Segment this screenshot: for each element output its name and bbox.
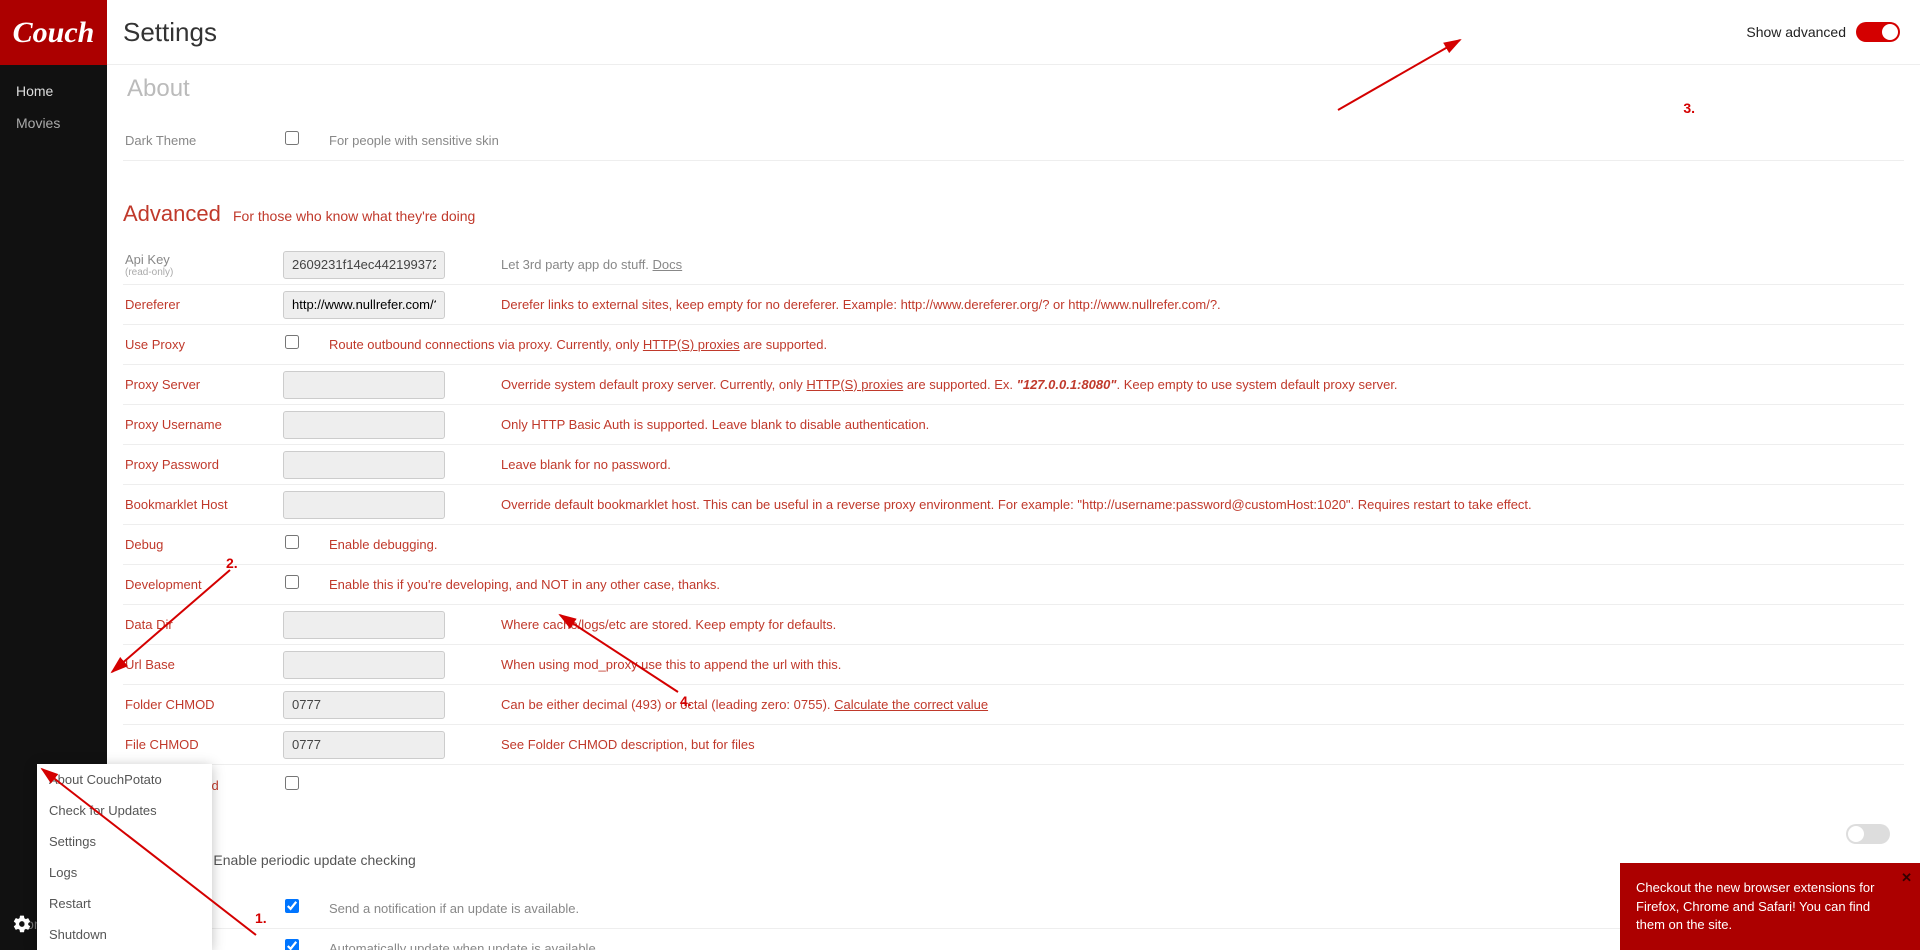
row-proxy-server: Proxy Server Override system default pro… <box>123 365 1904 405</box>
row-dark-theme: Dark Theme For people with sensitive ski… <box>123 121 1904 161</box>
sidebar-nav: Home Movies <box>0 65 107 139</box>
row-use-proxy: Use Proxy Route outbound connections via… <box>123 325 1904 365</box>
debug-label: Debug <box>123 537 283 552</box>
dark-theme-checkbox[interactable] <box>285 131 299 145</box>
use-proxy-hint: Route outbound connections via proxy. Cu… <box>311 337 1904 352</box>
apikey-hint: Let 3rd party app do stuff. Docs <box>483 257 1904 272</box>
header: Settings Show advanced <box>107 0 1920 65</box>
main-content: About Dark Theme For people with sensiti… <box>107 65 1920 950</box>
proxy-user-input[interactable] <box>283 411 445 439</box>
apikey-label: Api Key(read-only) <box>123 252 283 278</box>
show-advanced-toggle[interactable] <box>1856 22 1900 42</box>
dark-theme-hint: For people with sensitive skin <box>311 133 1904 148</box>
row-file-chmod: File CHMOD See Folder CHMOD description,… <box>123 725 1904 765</box>
dereferer-input[interactable] <box>283 291 445 319</box>
dark-theme-label: Dark Theme <box>123 133 283 148</box>
gear-icon[interactable] <box>12 914 32 940</box>
run-wizard-checkbox[interactable] <box>285 776 299 790</box>
proxies-link[interactable]: HTTP(S) proxies <box>643 337 740 352</box>
row-dereferer: Dereferer Derefer links to external site… <box>123 285 1904 325</box>
proxy-server-hint: Override system default proxy server. Cu… <box>483 377 1904 392</box>
debug-hint: Enable debugging. <box>311 537 1904 552</box>
chmod-calc-link[interactable]: Calculate the correct value <box>834 697 988 712</box>
row-url-base: Url Base When using mod_proxy use this t… <box>123 645 1904 685</box>
anno-2: 2. <box>226 555 238 571</box>
sidebar-item-home[interactable]: Home <box>0 75 107 107</box>
folder-chmod-hint: Can be either decimal (493) or octal (le… <box>483 697 1904 712</box>
show-advanced-label: Show advanced <box>1746 24 1846 40</box>
url-base-input[interactable] <box>283 651 445 679</box>
file-chmod-hint: See Folder CHMOD description, but for fi… <box>483 737 1904 752</box>
logo-text: Couch <box>13 16 95 50</box>
prev-section-title: About <box>123 65 1904 103</box>
dereferer-label: Dereferer <box>123 297 283 312</box>
url-base-label: Url Base <box>123 657 283 672</box>
data-dir-input[interactable] <box>283 611 445 639</box>
sidebar-item-movies[interactable]: Movies <box>0 107 107 139</box>
row-folder-chmod: Folder CHMOD Can be either decimal (493)… <box>123 685 1904 725</box>
data-dir-label: Data Dir <box>123 617 283 632</box>
apikey-docs-link[interactable]: Docs <box>653 257 683 272</box>
apikey-input[interactable] <box>283 251 445 279</box>
menu-shutdown[interactable]: Shutdown <box>37 919 212 950</box>
debug-checkbox[interactable] <box>285 535 299 549</box>
close-icon[interactable]: ✕ <box>1901 869 1912 887</box>
anno-4: 4. <box>680 693 692 709</box>
notification-box: ✕ Checkout the new browser extensions fo… <box>1620 863 1920 950</box>
advanced-section: Advanced For those who know what they're… <box>123 201 1904 805</box>
update-notif-checkbox[interactable] <box>285 899 299 913</box>
proxy-pass-label: Proxy Password <box>123 457 283 472</box>
menu-logs[interactable]: Logs <box>37 857 212 888</box>
row-debug: Debug Enable debugging. <box>123 525 1904 565</box>
row-proxy-user: Proxy Username Only HTTP Basic Auth is s… <box>123 405 1904 445</box>
proxy-server-label: Proxy Server <box>123 377 283 392</box>
development-label: Development <box>123 577 283 592</box>
row-development: Development Enable this if you're develo… <box>123 565 1904 605</box>
data-dir-hint: Where cache/logs/etc are stored. Keep em… <box>483 617 1904 632</box>
page-title: Settings <box>123 17 217 48</box>
show-advanced-wrap: Show advanced <box>1746 22 1900 42</box>
notification-text: Checkout the new browser extensions for … <box>1636 880 1874 931</box>
row-bookmarklet: Bookmarklet Host Override default bookma… <box>123 485 1904 525</box>
file-chmod-label: File CHMOD <box>123 737 283 752</box>
menu-settings[interactable]: Settings <box>37 826 212 857</box>
row-proxy-pass: Proxy Password Leave blank for no passwo… <box>123 445 1904 485</box>
proxy-user-hint: Only HTTP Basic Auth is supported. Leave… <box>483 417 1904 432</box>
proxy-pass-hint: Leave blank for no password. <box>483 457 1904 472</box>
notification-toggle[interactable] <box>1846 824 1890 844</box>
bookmarklet-hint: Override default bookmarklet host. This … <box>483 497 1904 512</box>
advanced-title: Advanced For those who know what they're… <box>123 201 1904 227</box>
update-auto-checkbox[interactable] <box>285 939 299 950</box>
development-hint: Enable this if you're developing, and NO… <box>311 577 1904 592</box>
proxy-user-label: Proxy Username <box>123 417 283 432</box>
menu-about[interactable]: About CouchPotato <box>37 764 212 795</box>
bookmarklet-label: Bookmarklet Host <box>123 497 283 512</box>
gear-menu: About CouchPotato Check for Updates Sett… <box>37 764 212 950</box>
row-data-dir: Data Dir Where cache/logs/etc are stored… <box>123 605 1904 645</box>
proxy-pass-input[interactable] <box>283 451 445 479</box>
row-run-wizard: Run The Wizard <box>123 765 1904 805</box>
folder-chmod-label: Folder CHMOD <box>123 697 283 712</box>
folder-chmod-input[interactable] <box>283 691 445 719</box>
proxy-server-input[interactable] <box>283 371 445 399</box>
menu-check-updates[interactable]: Check for Updates <box>37 795 212 826</box>
anno-1: 1. <box>255 910 267 926</box>
row-apikey: Api Key(read-only) Let 3rd party app do … <box>123 245 1904 285</box>
file-chmod-input[interactable] <box>283 731 445 759</box>
use-proxy-label: Use Proxy <box>123 337 283 352</box>
bookmarklet-input[interactable] <box>283 491 445 519</box>
logo[interactable]: Couch <box>0 0 107 65</box>
dereferer-hint: Derefer links to external sites, keep em… <box>483 297 1904 312</box>
development-checkbox[interactable] <box>285 575 299 589</box>
menu-restart[interactable]: Restart <box>37 888 212 919</box>
proxies-link-2[interactable]: HTTP(S) proxies <box>806 377 903 392</box>
anno-3: 3. <box>1683 100 1695 116</box>
use-proxy-checkbox[interactable] <box>285 335 299 349</box>
url-base-hint: When using mod_proxy use this to append … <box>483 657 1904 672</box>
